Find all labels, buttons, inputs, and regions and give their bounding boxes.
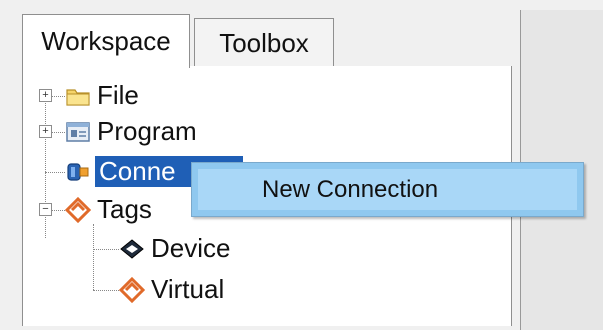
tree-label-virtual: Virtual xyxy=(151,274,225,304)
context-menu: New Connection xyxy=(191,162,584,217)
connection-icon xyxy=(67,163,89,181)
tags-icon xyxy=(65,197,91,223)
menu-item-new-connection[interactable]: New Connection xyxy=(198,169,577,210)
expand-icon[interactable]: + xyxy=(39,89,52,102)
virtual-icon xyxy=(119,277,145,303)
tree-node-device[interactable]: Device xyxy=(23,233,323,265)
program-icon xyxy=(66,122,90,142)
collapse-icon[interactable]: − xyxy=(39,203,52,216)
tree-label-device: Device xyxy=(151,233,231,263)
tree-label-program: Program xyxy=(97,116,197,146)
tree-label-file: File xyxy=(97,80,139,110)
tab-workspace[interactable]: Workspace xyxy=(22,14,190,68)
expand-icon[interactable]: + xyxy=(39,125,52,138)
tab-toolbox[interactable]: Toolbox xyxy=(194,18,334,68)
tree-node-virtual[interactable]: Virtual xyxy=(23,274,323,306)
folder-icon xyxy=(66,89,90,106)
device-icon xyxy=(120,239,144,259)
tree-label-tags: Tags xyxy=(97,194,152,224)
tree-node-file[interactable]: + File xyxy=(23,80,323,112)
tree-node-program[interactable]: + Program xyxy=(23,116,323,148)
